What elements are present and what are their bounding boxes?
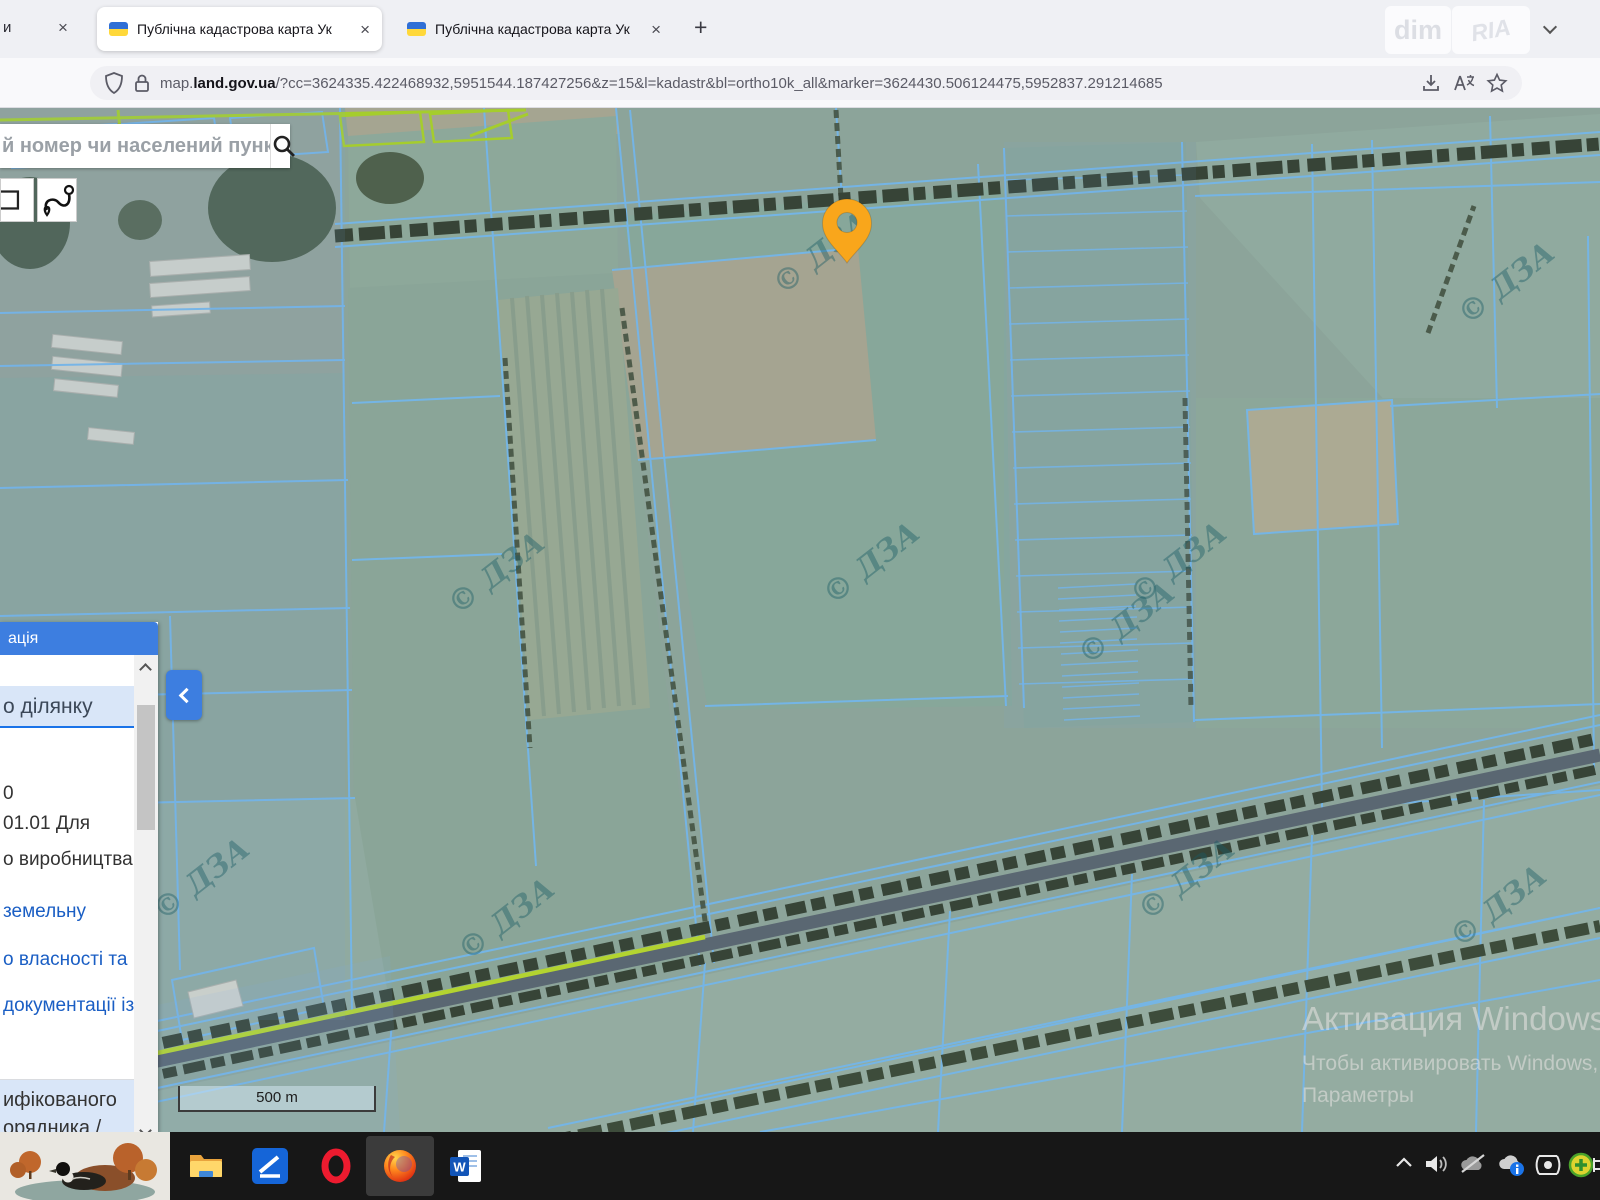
word-icon: W	[449, 1148, 483, 1184]
ukraine-flag-favicon	[407, 22, 426, 36]
tab-cadastral-map-active[interactable]: Публічна кадастрова карта Ук ×	[97, 7, 382, 51]
ukraine-flag-favicon	[109, 22, 128, 36]
url-text[interactable]: map.land.gov.ua/?cc=3624335.422468932,59…	[160, 75, 1410, 92]
clipped-tray-icon[interactable]	[1592, 1152, 1600, 1178]
opera-button[interactable]	[316, 1146, 356, 1186]
parcel-purpose-code-text: 01.01 Для	[3, 813, 90, 835]
map-scale-bar: 500 m	[178, 1086, 376, 1112]
measure-area-icon	[1, 185, 33, 215]
translate-icon[interactable]	[1452, 72, 1476, 94]
parcel-info-panel: ація о ділянку 0 01.01 Для о виробництва…	[0, 622, 158, 1132]
executor-line: ифікованого	[3, 1086, 134, 1114]
windows-activation-watermark: Активация Windows Чтобы активировать Win…	[1302, 1000, 1600, 1108]
browser-navbar: map.land.gov.ua/?cc=3624335.422468932,59…	[0, 58, 1600, 108]
panel-body: о ділянку 0 01.01 Для о виробництва земе…	[0, 655, 134, 1132]
search-button[interactable]	[270, 124, 297, 168]
cloud-info-icon[interactable]	[1496, 1152, 1528, 1178]
parcel-purpose-text: о виробництва	[3, 849, 133, 871]
browser-tab-strip: и × Публічна кадастрова карта Ук × Публі…	[0, 0, 1600, 58]
lock-icon	[134, 73, 150, 93]
chevron-left-icon	[178, 687, 194, 703]
downloads-icon[interactable]	[1420, 72, 1442, 94]
widgets-button[interactable]	[0, 1132, 170, 1200]
ownership-link[interactable]: о власності та	[3, 949, 127, 971]
documentation-link[interactable]: документації із	[3, 995, 134, 1017]
shield-icon[interactable]	[104, 72, 124, 94]
panel-header[interactable]: ація	[0, 622, 158, 655]
file-explorer-icon	[189, 1151, 223, 1181]
map-search-box	[0, 124, 290, 168]
onedrive-paused-cloud-icon[interactable]	[1458, 1152, 1488, 1176]
widgets-weather-art	[0, 1132, 170, 1200]
measure-distance-icon	[39, 182, 75, 218]
measure-distance-tool-button[interactable]	[37, 178, 77, 222]
opera-icon	[319, 1148, 353, 1184]
firefox-button[interactable]	[380, 1146, 420, 1186]
list-all-tabs-chevron-icon[interactable]	[1543, 20, 1557, 34]
cast-device-icon[interactable]	[1534, 1152, 1562, 1178]
tab-close-icon[interactable]: ×	[360, 21, 370, 38]
panel-scrollbar[interactable]	[134, 655, 158, 1132]
panel-collapse-button[interactable]	[166, 670, 202, 720]
activation-line: Чтобы активировать Windows, перейдите	[1302, 1052, 1600, 1076]
tab-title: Публічна кадастрова карта Ук	[435, 21, 642, 37]
executor-line: орядника /	[3, 1114, 134, 1132]
word-letter: W	[453, 1160, 466, 1175]
antivirus-status-icon[interactable]	[1568, 1152, 1594, 1178]
panel-tab-parcel-info[interactable]: о ділянку	[0, 686, 134, 728]
overflow-tab-close-icon[interactable]: ×	[58, 19, 68, 36]
executor-block[interactable]: ифікованого орядника / ИКОНАВЕЦЬ	[0, 1079, 134, 1132]
desktop-screenshot: { "browser": { "overflow_tab_label": "и"…	[0, 0, 1600, 1200]
bookmark-star-icon[interactable]	[1486, 72, 1508, 94]
activation-title: Активация Windows	[1302, 1000, 1600, 1038]
search-icon	[271, 133, 297, 159]
windows-taskbar: W	[0, 1132, 1600, 1200]
tab-cadastral-map-inactive[interactable]: Публічна кадастрова карта Ук ×	[395, 7, 673, 51]
word-button[interactable]: W	[446, 1146, 486, 1186]
search-input[interactable]	[0, 124, 270, 168]
overflow-tab-label[interactable]: и	[3, 19, 11, 36]
land-link[interactable]: земельну	[3, 901, 86, 923]
scan-app-icon	[252, 1148, 288, 1184]
measure-area-tool-button[interactable]	[0, 178, 34, 222]
map-marker-icon[interactable]	[819, 196, 875, 266]
scan-app-button[interactable]	[250, 1146, 290, 1186]
dim-watermark-badge: dim	[1385, 6, 1451, 54]
scroll-up-icon[interactable]	[139, 663, 152, 676]
tab-close-icon[interactable]: ×	[651, 21, 661, 38]
volume-icon[interactable]	[1424, 1152, 1452, 1176]
activation-line: Параметры	[1302, 1084, 1600, 1108]
url-bar[interactable]: map.land.gov.ua/?cc=3624335.422468932,59…	[90, 66, 1522, 100]
cadastral-map-viewport[interactable]: © ДЗА © ДЗА © ДЗА © ДЗА © ДЗА © ДЗА © ДЗ…	[0, 108, 1600, 1132]
firefox-icon	[381, 1147, 419, 1185]
new-tab-button[interactable]: +	[694, 14, 707, 41]
tray-expand-chevron-icon[interactable]	[1394, 1152, 1414, 1176]
scroll-down-icon[interactable]	[139, 1124, 152, 1132]
file-explorer-button[interactable]	[186, 1146, 226, 1186]
parcel-number-text: 0	[3, 783, 14, 805]
scale-label: 500 m	[256, 1089, 298, 1106]
tab-title: Публічна кадастрова карта Ук	[137, 21, 351, 37]
scrollbar-thumb[interactable]	[137, 705, 155, 830]
ria-watermark-badge: RIA	[1452, 6, 1530, 54]
